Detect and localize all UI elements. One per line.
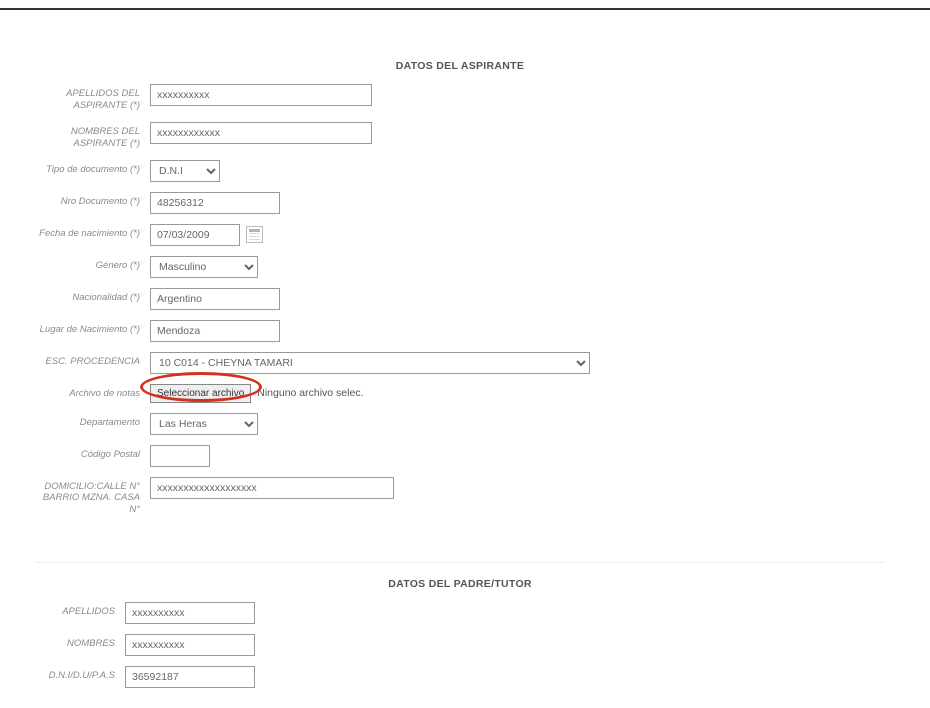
label-archivo-notas: Archivo de notas <box>35 384 150 400</box>
label-apellidos-tutor: APELLIDOS <box>35 602 125 618</box>
label-nro-documento: Nro Documento (*) <box>35 192 150 208</box>
label-nombres-tutor: NOMBRES <box>35 634 125 650</box>
label-fecha-nacimiento: Fecha de nacimiento (*) <box>35 224 150 240</box>
input-domicilio[interactable] <box>150 477 394 499</box>
file-select-button[interactable]: Seleccionar archivo <box>150 384 251 403</box>
label-domicilio: DOMICILIO:CALLE N° BARRIO MZNA. CASA N° <box>35 477 150 517</box>
select-esc-procedencia[interactable]: 10 C014 - CHEYNA TAMARI <box>150 352 590 374</box>
label-tipo-documento: Tipo de documento (*) <box>35 160 150 176</box>
input-dni-tutor[interactable] <box>125 666 255 688</box>
label-apellidos-aspirante: APELLIDOS DEL ASPIRANTE (*) <box>35 84 150 112</box>
select-tipo-documento[interactable]: D.N.I <box>150 160 220 182</box>
input-fecha-nacimiento[interactable] <box>150 224 240 246</box>
label-lugar-nacimiento: Lugar de Nacimiento (*) <box>35 320 150 336</box>
input-apellidos-tutor[interactable] <box>125 602 255 624</box>
label-departamento: Departamento <box>35 413 150 429</box>
label-esc-procedencia: ESC. PROCEDENCIA <box>35 352 150 368</box>
label-codigo-postal: Código Postal <box>35 445 150 461</box>
label-dni-tutor: D.N.I/D.U/P.A.S <box>35 666 125 682</box>
input-nacionalidad[interactable] <box>150 288 280 310</box>
label-nacionalidad: Nacionalidad (*) <box>35 288 150 304</box>
input-nombres-aspirante[interactable] <box>150 122 372 144</box>
select-departamento[interactable]: Las Heras <box>150 413 258 435</box>
section-title-aspirante: DATOS DEL ASPIRANTE <box>35 60 885 72</box>
file-status-text: Ninguno archivo selec. <box>257 387 363 399</box>
input-apellidos-aspirante[interactable] <box>150 84 372 106</box>
input-lugar-nacimiento[interactable] <box>150 320 280 342</box>
input-nro-documento[interactable] <box>150 192 280 214</box>
calendar-icon[interactable] <box>246 226 263 243</box>
label-nombres-aspirante: NOMBRES DEL ASPIRANTE (*) <box>35 122 150 150</box>
section-title-tutor: DATOS DEL PADRE/TUTOR <box>35 578 885 590</box>
label-genero: Género (*) <box>35 256 150 272</box>
input-nombres-tutor[interactable] <box>125 634 255 656</box>
select-genero[interactable]: Masculino <box>150 256 258 278</box>
input-codigo-postal[interactable] <box>150 445 210 467</box>
